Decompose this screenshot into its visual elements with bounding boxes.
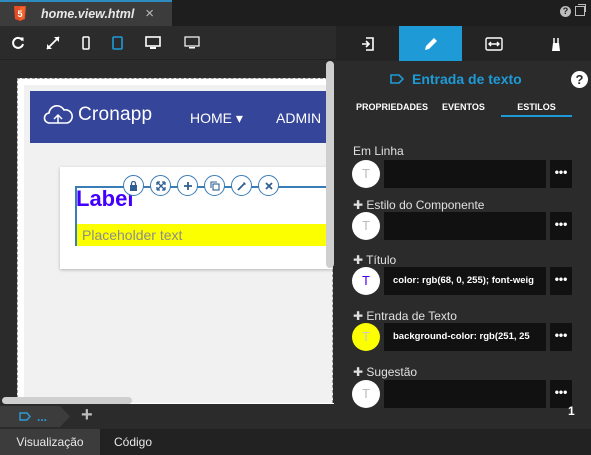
component-breadcrumb: ... + [0, 404, 336, 429]
add-icon[interactable] [177, 175, 198, 196]
tab-estilos[interactable]: ESTILOS [501, 102, 572, 117]
style-preview-avatar[interactable]: T [352, 323, 380, 351]
nav-admin-link[interactable]: ADMIN [276, 110, 321, 126]
style-row-estilo-componente: T ••• [352, 212, 572, 240]
copy-icon[interactable] [204, 175, 225, 196]
properties-panel: Entrada de texto ? PROPRIEDADES EVENTOS … [336, 26, 591, 429]
window-controls: ? [560, 4, 586, 17]
component-title: Entrada de texto [390, 71, 522, 87]
file-tab[interactable]: 5 home.view.html × [0, 0, 172, 26]
file-tab-title: home.view.html [41, 7, 135, 21]
pencil-icon[interactable] [399, 26, 462, 61]
design-canvas: Cronapp HOME ▾ ADMIN Label Placeholder t… [17, 78, 334, 409]
tab-visualizacao[interactable]: Visualização [0, 429, 100, 455]
section-label-estilo-componente[interactable]: ✚ Estilo do Componente [353, 198, 484, 212]
style-preview-avatar[interactable]: T [352, 380, 380, 408]
component-title-text: Entrada de texto [412, 71, 522, 87]
tab-propriedades[interactable]: PROPRIEDADES [356, 102, 428, 112]
style-input-sugestao[interactable] [384, 380, 546, 408]
svg-text:5: 5 [17, 9, 22, 19]
resize-icon[interactable] [150, 175, 171, 196]
ide-window: 5 home.view.html × ? Cronapp HOME ▾ ADMI… [0, 0, 591, 455]
tag-icon [19, 412, 31, 421]
horizontal-scrollbar[interactable] [2, 397, 132, 404]
logo-text: Cronapp [78, 104, 153, 125]
help-icon[interactable]: ? [560, 6, 571, 17]
tablet-icon[interactable] [109, 35, 125, 51]
tab-eventos[interactable]: EVENTOS [442, 102, 485, 112]
panel-toolbar [336, 26, 591, 61]
style-preview-avatar[interactable]: T [352, 160, 380, 188]
preview-logo: Cronapp [43, 104, 152, 126]
help-icon[interactable]: ? [571, 71, 588, 88]
component-toolbar [123, 175, 279, 196]
magic-icon[interactable] [231, 175, 252, 196]
section-label-em-linha: Em Linha [353, 144, 404, 158]
style-row-titulo: T color: rgb(68, 0, 255); font-weig ••• [352, 267, 572, 295]
phone-icon[interactable] [78, 35, 94, 51]
refresh-icon[interactable] [10, 35, 26, 51]
expand-icon[interactable] [45, 35, 61, 51]
panel-tabs: PROPRIEDADES EVENTOS ESTILOS [336, 98, 591, 122]
breadcrumb-label: ... [37, 409, 48, 424]
desktop-icon[interactable] [145, 35, 161, 51]
section-label-titulo[interactable]: ✚ Título [353, 253, 396, 267]
visual-editor: Cronapp HOME ▾ ADMIN Label Placeholder t… [0, 26, 336, 429]
close-icon[interactable] [258, 175, 279, 196]
file-tab-bar: 5 home.view.html × ? [0, 0, 591, 26]
lock-icon[interactable] [123, 175, 144, 196]
view-mode-tabs: Visualização Código [0, 429, 591, 455]
close-tab-icon[interactable]: × [145, 5, 154, 22]
count-badge: 1 [568, 404, 575, 418]
style-input-em-linha[interactable] [384, 160, 546, 188]
style-row-sugestao: T ••• [352, 380, 572, 408]
device-toolbar [0, 26, 336, 60]
nav-home-link[interactable]: HOME ▾ [190, 110, 243, 127]
html5-icon: 5 [14, 6, 26, 21]
text-input-field[interactable]: Placeholder text [77, 224, 333, 246]
canvas-page: Cronapp HOME ▾ ADMIN Label Placeholder t… [18, 79, 334, 409]
style-preview-avatar[interactable]: T [352, 212, 380, 240]
more-options-button[interactable]: ••• [550, 160, 572, 188]
style-row-entrada-texto: T background-color: rgb(251, 25 ••• [352, 323, 572, 351]
style-input-estilo-componente[interactable] [384, 212, 546, 240]
breadcrumb-item[interactable]: ... [0, 406, 70, 427]
more-options-button[interactable]: ••• [550, 212, 572, 240]
style-row-em-linha: T ••• [352, 160, 572, 188]
style-preview-avatar[interactable]: T [352, 267, 380, 295]
restore-window-icon[interactable] [575, 4, 586, 16]
add-component-icon[interactable]: + [81, 404, 93, 427]
enter-icon[interactable] [336, 26, 399, 61]
more-options-button[interactable]: ••• [550, 267, 572, 295]
style-input-titulo[interactable]: color: rgb(68, 0, 255); font-weig [384, 267, 546, 295]
tag-icon [390, 74, 404, 84]
vertical-scrollbar[interactable] [326, 61, 334, 268]
section-label-sugestao[interactable]: ✚ Sugestão [353, 365, 417, 379]
style-input-entrada-texto[interactable]: background-color: rgb(251, 25 [384, 323, 546, 351]
more-options-button[interactable]: ••• [550, 323, 572, 351]
preview-navbar[interactable]: Cronapp HOME ▾ ADMIN [30, 91, 334, 143]
tab-codigo[interactable]: Código [100, 429, 166, 455]
brush-icon[interactable] [525, 26, 588, 61]
monitor-icon[interactable] [184, 35, 200, 51]
section-label-entrada-texto[interactable]: ✚ Entrada de Texto [353, 309, 457, 323]
arrows-horizontal-icon[interactable] [462, 26, 525, 61]
cloud-logo-icon [43, 105, 73, 124]
